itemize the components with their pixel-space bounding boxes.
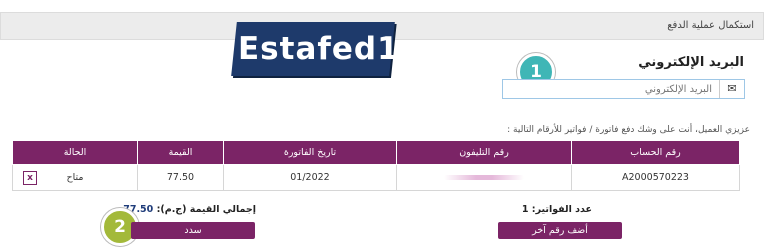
- column-header-account: رقم الحساب: [571, 140, 740, 165]
- status-text: متاح: [66, 172, 84, 183]
- remove-row-button[interactable]: x: [23, 171, 37, 185]
- email-section-title: البريد الإلكتروني: [638, 55, 744, 70]
- cell-amount: 77.50: [137, 164, 224, 191]
- total-amount: إجمالي القيمة (ج.م): 77.50: [123, 204, 256, 215]
- cell-date: 01/2022: [223, 164, 397, 191]
- column-header-status: الحالة: [12, 140, 138, 165]
- cell-account: A2000570223: [571, 164, 740, 191]
- invoice-notice: عزيزي العميل، أنت على وشك دفع فاتورة / ف…: [507, 125, 750, 135]
- invoice-table: رقم الحساب رقم التليفون تاريخ الفاتورة ا…: [12, 140, 740, 191]
- column-header-amount: القيمة: [137, 140, 224, 165]
- pay-button[interactable]: سدد: [131, 222, 255, 239]
- add-another-number-button[interactable]: أضف رقم آخر: [498, 222, 622, 239]
- phone-redacted: [444, 175, 524, 180]
- email-input[interactable]: [503, 80, 718, 98]
- logo: Estafed1: [238, 31, 400, 67]
- page-title: استكمال عملية الدفع: [667, 20, 754, 31]
- cell-status: متاح x: [12, 164, 138, 191]
- invoice-count: عدد الفواتير: 1: [521, 204, 592, 215]
- table-row: A2000570223 01/2022 77.50 متاح x: [12, 164, 740, 191]
- column-header-phone: رقم التليفون: [396, 140, 572, 165]
- envelope-icon: ✉: [727, 82, 737, 95]
- cell-phone: [396, 164, 572, 191]
- total-label: إجمالي القيمة (ج.م):: [156, 204, 256, 215]
- column-header-date: تاريخ الفاتورة: [223, 140, 397, 165]
- email-field-divider: [719, 80, 720, 98]
